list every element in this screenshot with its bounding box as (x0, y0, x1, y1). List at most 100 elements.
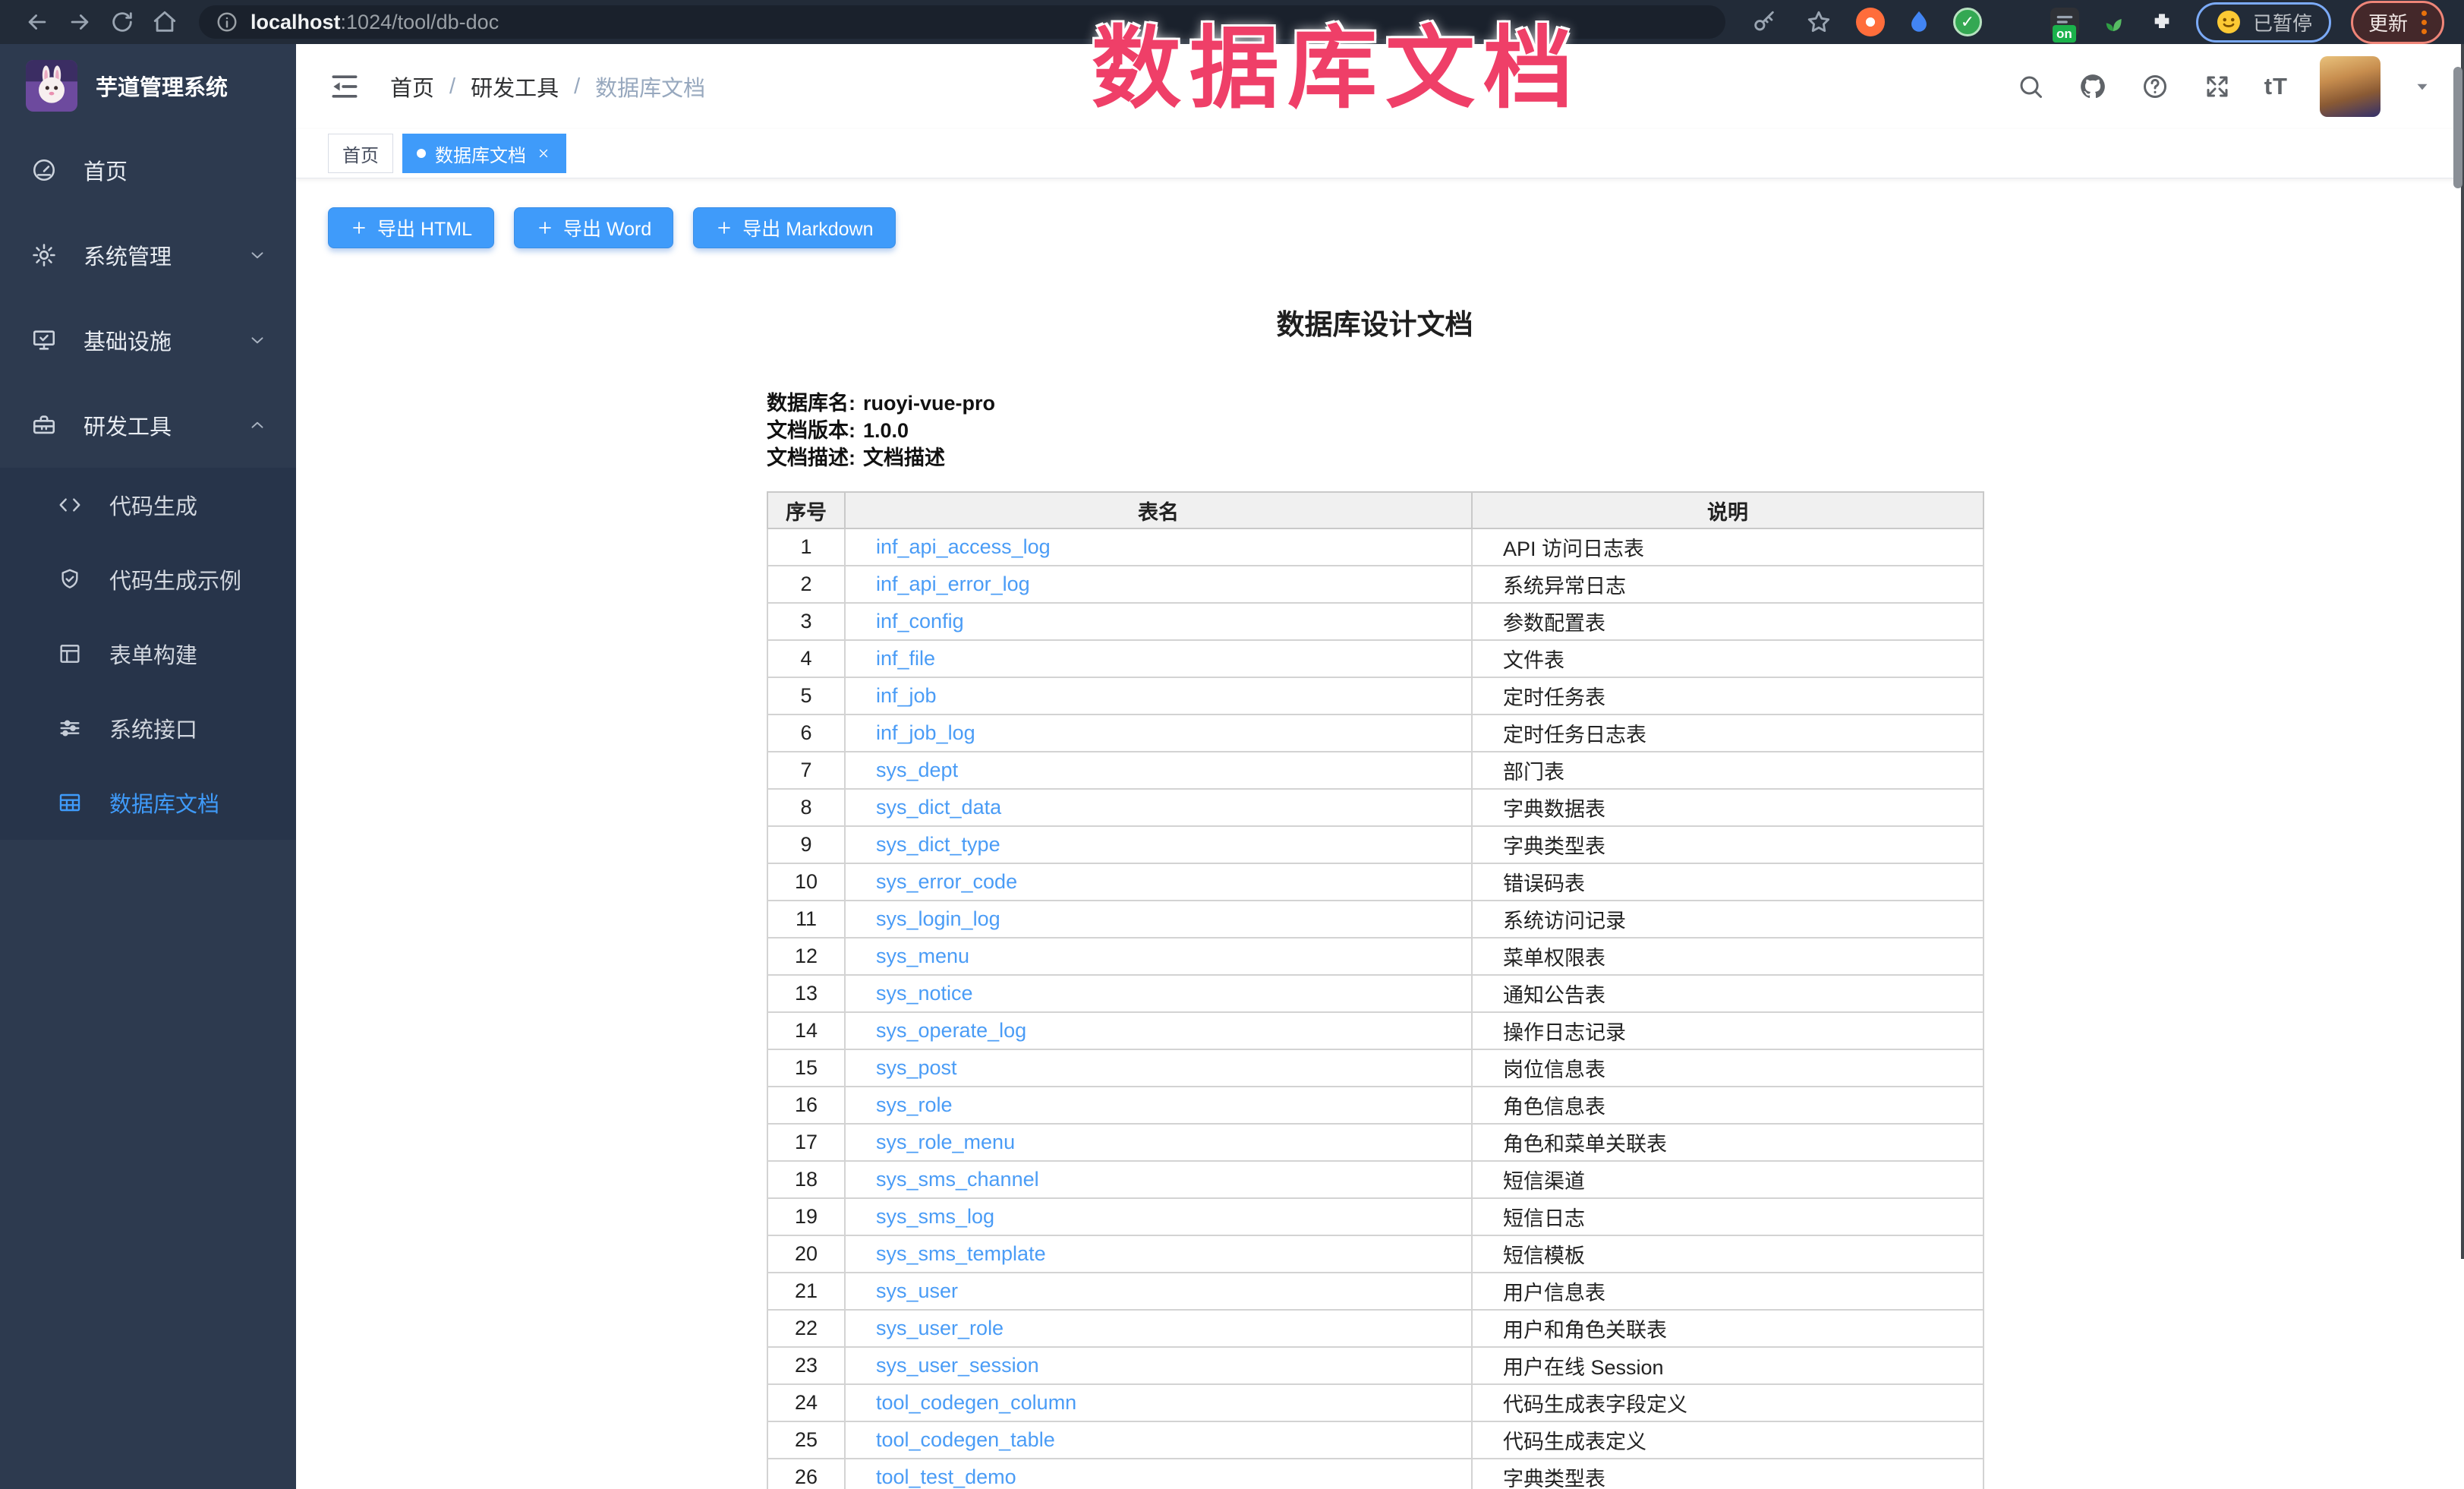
export-word-button[interactable]: 导出 Word (514, 207, 673, 248)
tag-item[interactable]: 首页 (328, 134, 393, 173)
table-name-link[interactable]: tool_codegen_table (876, 1428, 1055, 1451)
chevron-down-icon[interactable] (2412, 77, 2432, 96)
back-icon[interactable] (20, 5, 55, 39)
sidebar-item-system-api[interactable]: 系统接口 (0, 691, 296, 765)
table-name-link[interactable]: sys_menu (876, 945, 969, 967)
table-name-link[interactable]: sys_post (876, 1056, 957, 1079)
breadcrumb-current: 数据库文档 (595, 71, 705, 103)
sidebar-item-system-management[interactable]: 系统管理 (0, 213, 296, 298)
sidebar-collapse-icon[interactable] (328, 70, 361, 103)
table-name-link[interactable]: sys_user_role (876, 1317, 1004, 1339)
table-name-link[interactable]: sys_login_log (876, 907, 1000, 930)
meta-value: 1.0.0 (863, 419, 909, 442)
help-icon[interactable] (2140, 71, 2170, 102)
table-name-link[interactable]: inf_job_log (876, 721, 975, 744)
avatar[interactable] (2320, 56, 2381, 117)
table-name-link[interactable]: tool_codegen_column (876, 1391, 1076, 1414)
table-name-link[interactable]: sys_dict_data (876, 796, 1001, 819)
row-index: 25 (767, 1421, 845, 1459)
table-row: 22sys_user_role用户和角色关联表 (767, 1310, 1983, 1347)
reload-icon[interactable] (105, 5, 140, 39)
sidebar-item-form-builder[interactable]: 表单构建 (0, 617, 296, 691)
site-info-icon[interactable] (216, 11, 238, 33)
row-index: 7 (767, 752, 845, 789)
table-name-link[interactable]: inf_api_access_log (876, 535, 1051, 558)
table-name-link[interactable]: sys_operate_log (876, 1019, 1026, 1042)
table-name-link[interactable]: inf_api_error_log (876, 573, 1030, 595)
table-name-link[interactable]: sys_role (876, 1093, 953, 1116)
home-icon[interactable] (147, 5, 182, 39)
row-description: 用户在线 Session (1472, 1347, 1983, 1384)
sidebar-item-infrastructure[interactable]: 基础设施 (0, 298, 296, 383)
table-row: 19sys_sms_log短信日志 (767, 1198, 1983, 1235)
export-html-button[interactable]: 导出 HTML (328, 207, 494, 248)
browser-actions: ✓ on 已暂停 更新 (1747, 1, 2444, 44)
row-description: 用户信息表 (1472, 1273, 1983, 1310)
row-description: 操作日志记录 (1472, 1012, 1983, 1049)
table-name-link[interactable]: sys_role_menu (876, 1131, 1015, 1153)
breadcrumb-dev-tools[interactable]: 研发工具 (471, 71, 559, 103)
table-name-link[interactable]: sys_sms_template (876, 1242, 1046, 1265)
extension-icon[interactable] (2099, 8, 2128, 36)
scrollbar-thumb[interactable] (2453, 67, 2462, 188)
bookmark-star-icon[interactable] (1801, 5, 1836, 39)
table-name-link[interactable]: inf_file (876, 647, 935, 670)
row-index: 3 (767, 603, 845, 640)
table-name-link[interactable]: sys_dept (876, 759, 958, 781)
row-index: 20 (767, 1235, 845, 1273)
tag-active[interactable]: 数据库文档 (402, 134, 566, 173)
sidebar-item-codegen-demo[interactable]: 代码生成示例 (0, 542, 296, 617)
table-name-link[interactable]: sys_user (876, 1279, 958, 1302)
table-row: 13sys_notice通知公告表 (767, 975, 1983, 1012)
sidebar-item-label: 系统接口 (109, 712, 197, 744)
browser-menu-icon[interactable] (2421, 11, 2427, 34)
scrollbar-track (2461, 44, 2464, 1259)
table-name-link[interactable]: sys_sms_log (876, 1205, 994, 1228)
row-description: 角色信息表 (1472, 1087, 1983, 1124)
extension-icon[interactable] (1856, 8, 1885, 36)
export-markdown-button[interactable]: 导出 Markdown (693, 207, 895, 248)
sidebar-item-home[interactable]: 首页 (0, 128, 296, 213)
search-icon[interactable] (2015, 71, 2046, 102)
sidebar-item-db-doc[interactable]: 数据库文档 (0, 765, 296, 840)
breadcrumb-home[interactable]: 首页 (390, 71, 434, 103)
row-description: 代码生成表定义 (1472, 1421, 1983, 1459)
table-name-link[interactable]: sys_user_session (876, 1354, 1039, 1377)
table-name-link[interactable]: inf_job (876, 684, 937, 707)
form-icon (56, 642, 83, 666)
profile-paused-pill[interactable]: 已暂停 (2196, 2, 2331, 43)
extensions-puzzle-icon[interactable] (2147, 8, 2176, 36)
sidebar-item-codegen[interactable]: 代码生成 (0, 468, 296, 542)
tag-label: 首页 (342, 140, 379, 167)
forward-icon[interactable] (62, 5, 97, 39)
table-name-link[interactable]: sys_sms_channel (876, 1168, 1039, 1191)
close-icon[interactable] (535, 145, 552, 162)
sidebar: 芋道管理系统 首页系统管理基础设施研发工具 代码生成代码生成示例表单构建系统接口… (0, 44, 296, 1489)
table-name-link[interactable]: inf_config (876, 610, 964, 633)
sidebar-item-dev-tools[interactable]: 研发工具 (0, 383, 296, 468)
github-icon[interactable] (2078, 71, 2108, 102)
row-description: 通知公告表 (1472, 975, 1983, 1012)
extension-icon[interactable] (2002, 8, 2031, 36)
row-index: 1 (767, 528, 845, 566)
browser-update-pill[interactable]: 更新 (2351, 1, 2444, 44)
key-icon[interactable] (1747, 5, 1782, 39)
paused-label: 已暂停 (2253, 8, 2312, 36)
plus-icon (715, 219, 733, 237)
row-index: 9 (767, 826, 845, 863)
app-title: 芋道管理系统 (96, 70, 228, 102)
extension-icon[interactable]: ✓ (1953, 8, 1982, 36)
table-name-link[interactable]: sys_dict_type (876, 833, 1000, 856)
app-logo (26, 60, 77, 112)
table-name-link[interactable]: tool_test_demo (876, 1465, 1016, 1488)
extension-icon[interactable]: on (2050, 8, 2079, 36)
table-name-link[interactable]: sys_error_code (876, 870, 1017, 893)
font-size-icon[interactable]: tT (2264, 73, 2288, 100)
extension-icon[interactable] (1905, 8, 1933, 36)
sidebar-item-label: 研发工具 (83, 409, 172, 441)
column-header-table-name: 表名 (845, 492, 1472, 528)
table-name-link[interactable]: sys_notice (876, 982, 973, 1005)
row-index: 2 (767, 566, 845, 603)
fullscreen-icon[interactable] (2202, 71, 2232, 102)
chevron-down-icon (247, 245, 267, 265)
